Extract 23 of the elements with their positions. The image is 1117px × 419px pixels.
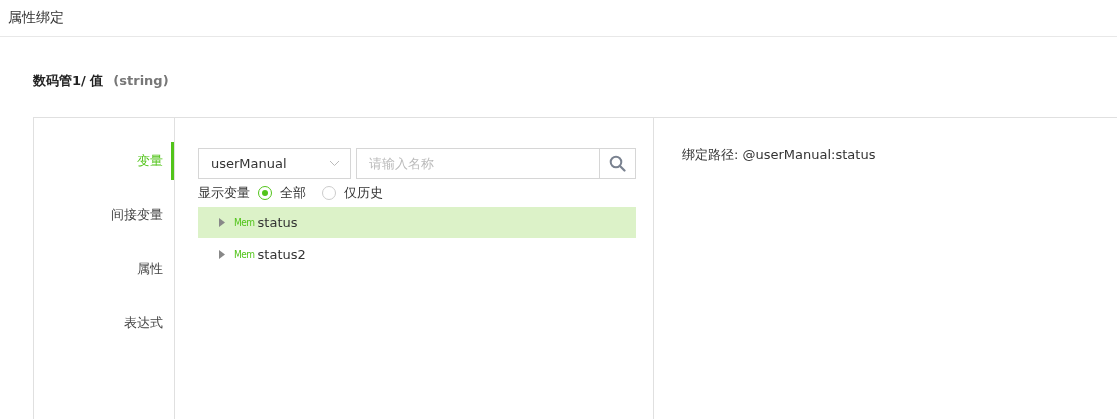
variable-name: status2: [257, 247, 306, 262]
search-field[interactable]: 请输入名称: [356, 148, 600, 179]
binding-path: 绑定路径: @userManual:status: [682, 147, 876, 162]
nav-tab[interactable]: 间接变量: [34, 196, 174, 234]
binding-type: (string): [113, 73, 169, 88]
source-dropdown[interactable]: userManual: [198, 148, 351, 179]
caret-icon[interactable]: [218, 218, 226, 227]
radio-label: 全部: [280, 184, 306, 202]
filter-label: 显示变量: [198, 184, 250, 202]
binding-name: 数码管1/ 值: [33, 72, 104, 90]
chevron-down-icon: [329, 160, 340, 167]
nav-tab[interactable]: 表达式: [34, 304, 174, 342]
variable-name: status: [257, 215, 298, 230]
type-tag: Mem: [234, 249, 255, 260]
type-tag: Mem: [234, 217, 255, 228]
radio-label: 仅历史: [344, 184, 383, 202]
nav-tab[interactable]: 属性: [34, 250, 174, 288]
page-title: 属性绑定: [8, 9, 64, 27]
caret-icon[interactable]: [218, 250, 226, 259]
search-icon: [609, 155, 626, 172]
tree-row[interactable]: Mem status2: [198, 239, 636, 270]
tree-row[interactable]: Mem status: [198, 207, 636, 238]
search-button[interactable]: [600, 148, 636, 179]
